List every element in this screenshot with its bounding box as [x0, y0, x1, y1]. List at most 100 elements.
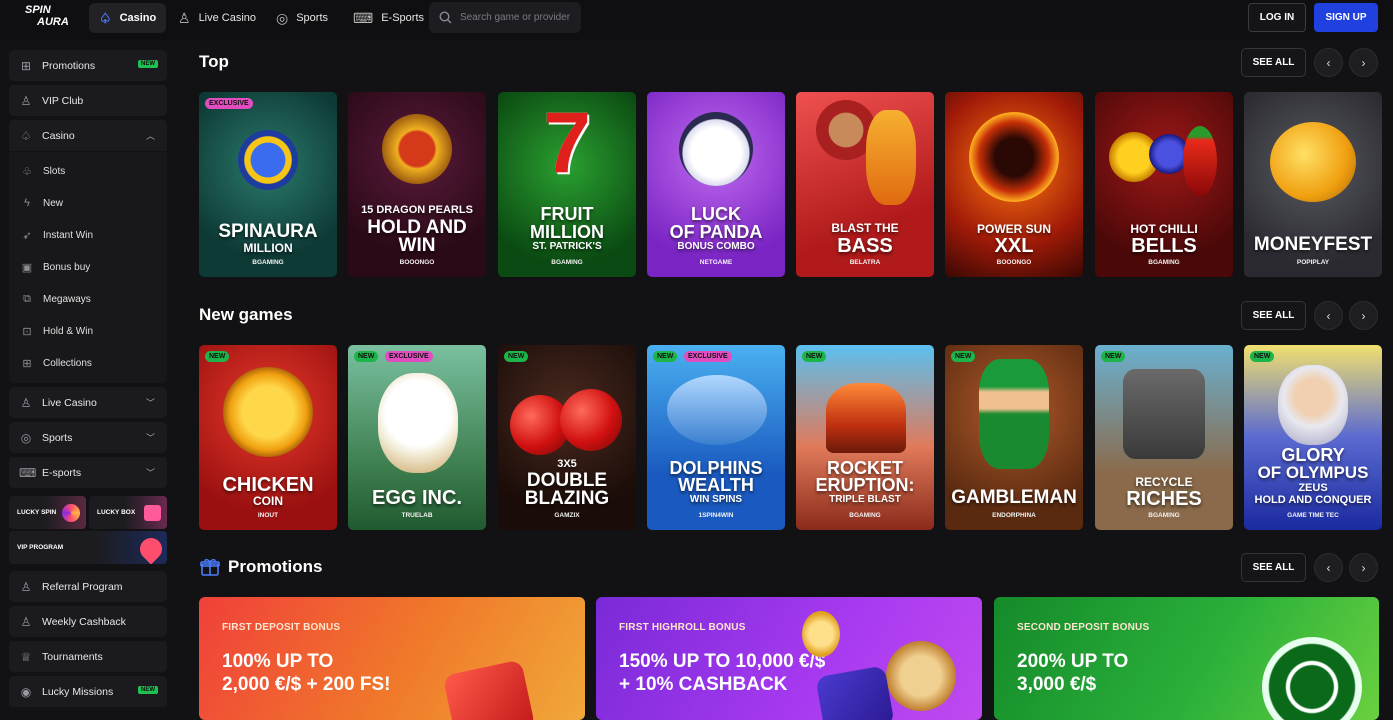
sidebar-item-esports[interactable]: ⌨ E-sports ﹀: [9, 457, 167, 488]
new-badge: NEW: [138, 686, 158, 694]
game-title: BELLS: [1131, 235, 1197, 257]
game-title: FRUIT: [540, 204, 594, 224]
chevron-down-icon: ﹀: [145, 468, 155, 478]
game-provider: GAME TIME TEC: [1287, 512, 1339, 519]
chevron-down-icon: ﹀: [145, 433, 155, 443]
tab-esports[interactable]: ⌨ E-Sports: [343, 3, 434, 33]
game-card[interactable]: NEW EXCLUSIVE DOLPHINS WEALTH WIN SPINS …: [647, 345, 785, 530]
game-subtitle: ZEUS: [1298, 482, 1328, 494]
trophy-icon: [135, 533, 167, 564]
game-provider: BOOONGO: [399, 259, 435, 266]
sidebar: ⊞ Promotions NEW ♙ VIP Club ♤ Casino ︿ ♧…: [0, 40, 176, 720]
promo-card-second-deposit[interactable]: SECOND DEPOSIT BONUS 200% UP TO 3,000 €/$: [994, 597, 1379, 720]
game-title: CHICKEN: [222, 474, 314, 496]
game-provider: TRUELAB: [401, 512, 433, 519]
game-card[interactable]: LUCK OF PANDA BONUS COMBO NETGAME: [647, 92, 785, 277]
game-title: BASS: [837, 235, 893, 257]
volcano-art: [826, 383, 906, 453]
game-card[interactable]: NEW CHICKEN COIN INOUT: [199, 345, 337, 530]
game-card[interactable]: POWER SUN XXL BOOONGO: [945, 92, 1083, 277]
game-subtitle: ST. PATRICK'S: [532, 241, 602, 252]
sidebar-item-promotions[interactable]: ⊞ Promotions NEW: [9, 50, 167, 81]
game-provider: ENDORPHINA: [992, 512, 1036, 519]
sidebar-item-vip[interactable]: ♙ VIP Club: [9, 85, 167, 116]
sidebar-item-collections[interactable]: ⊞ Collections: [21, 353, 92, 373]
game-title: GAMBLEMAN: [951, 487, 1077, 508]
next-arrow-icon[interactable]: ›: [1349, 553, 1378, 582]
sidebar-item-referral[interactable]: ♙ Referral Program: [9, 571, 167, 602]
game-subtitle: BONUS COMBO: [677, 241, 755, 252]
promo-label: FIRST DEPOSIT BONUS: [222, 622, 341, 633]
game-card[interactable]: NEW 3X5 DOUBLE BLAZING GAMZIX: [498, 345, 636, 530]
fish-art: [866, 110, 916, 205]
top-bar: SPIN AURA ♤ Casino ♙ Live Casino ◎ Sport…: [0, 0, 1393, 40]
game-card[interactable]: EXCLUSIVE SPINAURA MILLION BGAMING: [199, 92, 337, 277]
sidebar-item-slots[interactable]: ♧ Slots: [21, 161, 65, 181]
game-card[interactable]: NEW GAMBLEMAN ENDORPHINA: [945, 345, 1083, 530]
login-button[interactable]: LOG IN: [1248, 3, 1306, 32]
game-card[interactable]: NEW EXCLUSIVE EGG INC. TRUELAB: [348, 345, 486, 530]
see-all-button[interactable]: SEE ALL: [1241, 301, 1306, 330]
sidebar-item-missions[interactable]: ◉ Lucky Missions NEW: [9, 676, 167, 707]
sun-art: [969, 112, 1059, 202]
next-arrow-icon[interactable]: ›: [1349, 301, 1378, 330]
game-subtitle: 15 DRAGON PEARLS: [361, 204, 473, 216]
signup-button[interactable]: SIGN UP: [1314, 3, 1378, 32]
chicken-art: [378, 373, 458, 473]
see-all-button[interactable]: SEE ALL: [1241, 553, 1306, 582]
promo-card-first-deposit[interactable]: FIRST DEPOSIT BONUS 100% UP TO 2,000 €/$ …: [199, 597, 585, 720]
promo-card-highroll[interactable]: FIRST HIGHROLL BONUS 150% UP TO 10,000 €…: [596, 597, 982, 720]
game-card[interactable]: NEW ROCKET ERUPTION: TRIPLE BLAST BGAMIN…: [796, 345, 934, 530]
game-subtitle: POWER SUN: [976, 222, 1051, 236]
new-badge: NEW: [1101, 351, 1126, 362]
game-title: WIN: [398, 235, 436, 256]
prev-arrow-icon[interactable]: ‹: [1314, 48, 1343, 77]
brand-logo[interactable]: SPIN AURA: [21, 5, 75, 31]
cards-icon: ⧉: [23, 292, 31, 305]
game-provider: INOUT: [257, 512, 279, 519]
sidebar-item-hold-win[interactable]: ⊡ Hold & Win: [21, 321, 93, 341]
grid-icon: ⊞: [22, 357, 32, 370]
game-title: BLAZING: [524, 488, 610, 509]
tab-live-casino[interactable]: ♙ Live Casino: [168, 3, 266, 33]
sidebar-item-live-casino[interactable]: ♙ Live Casino ﹀: [9, 387, 167, 418]
exclusive-badge: EXCLUSIVE: [385, 351, 433, 362]
vip-program-banner[interactable]: VIP PROGRAM: [9, 531, 167, 564]
game-card[interactable]: HOT CHILLI BELLS BGAMING: [1095, 92, 1233, 277]
game-subtitle: 3X5: [557, 458, 577, 470]
game-card[interactable]: 7 FRUIT MILLION ST. PATRICK'S BGAMING: [498, 92, 636, 277]
game-card[interactable]: NEW RECYCLE RICHES BGAMING: [1095, 345, 1233, 530]
search-box[interactable]: [429, 2, 581, 33]
game-title: ERUPTION:: [815, 475, 915, 495]
sidebar-item-sports[interactable]: ◎ Sports ﹀: [9, 422, 167, 453]
lucky-box-banner[interactable]: LUCKY BOX: [89, 496, 167, 529]
sidebar-item-new[interactable]: ϟ New: [21, 193, 63, 213]
sidebar-item-megaways[interactable]: ⧉ Megaways: [21, 289, 91, 309]
new-badge: NEW: [802, 351, 827, 362]
game-subtitle: TRIPLE BLAST: [829, 494, 901, 505]
game-provider: BGAMING: [1148, 259, 1180, 266]
game-provider: BGAMING: [849, 512, 881, 519]
sidebar-item-casino[interactable]: ♤ Casino ︿: [9, 120, 167, 151]
next-arrow-icon[interactable]: ›: [1349, 48, 1378, 77]
prev-arrow-icon[interactable]: ‹: [1314, 553, 1343, 582]
game-card[interactable]: NEW GLORY OF OLYMPUS ZEUS HOLD AND CONQU…: [1244, 345, 1382, 530]
see-all-button[interactable]: SEE ALL: [1241, 48, 1306, 77]
gift-box-icon: [144, 505, 161, 521]
promo-headline: 200% UP TO 3,000 €/$: [1017, 651, 1129, 695]
search-input[interactable]: [460, 12, 580, 23]
game-card[interactable]: 15 DRAGON PEARLS HOLD AND WIN BOOONGO: [348, 92, 486, 277]
game-title: RICHES: [1126, 488, 1202, 510]
game-card[interactable]: BLAST THE BASS BELATRA: [796, 92, 934, 277]
sidebar-item-tournaments[interactable]: ♕ Tournaments: [9, 641, 167, 672]
game-card[interactable]: MONEYFEST POPIPLAY: [1244, 92, 1382, 277]
game-subtitle: MILLION: [243, 241, 293, 255]
lucky-spin-banner[interactable]: LUCKY SPIN: [9, 496, 86, 529]
tab-sports[interactable]: ◎ Sports: [266, 3, 338, 33]
casino-icon: ♤: [20, 128, 32, 143]
sidebar-item-instant-win[interactable]: ➶ Instant Win: [21, 225, 93, 245]
tab-casino[interactable]: ♤ Casino: [89, 3, 167, 33]
sidebar-item-bonus-buy[interactable]: ▣ Bonus buy: [21, 257, 90, 277]
sidebar-item-cashback[interactable]: ♙ Weekly Cashback: [9, 606, 167, 637]
prev-arrow-icon[interactable]: ‹: [1314, 301, 1343, 330]
